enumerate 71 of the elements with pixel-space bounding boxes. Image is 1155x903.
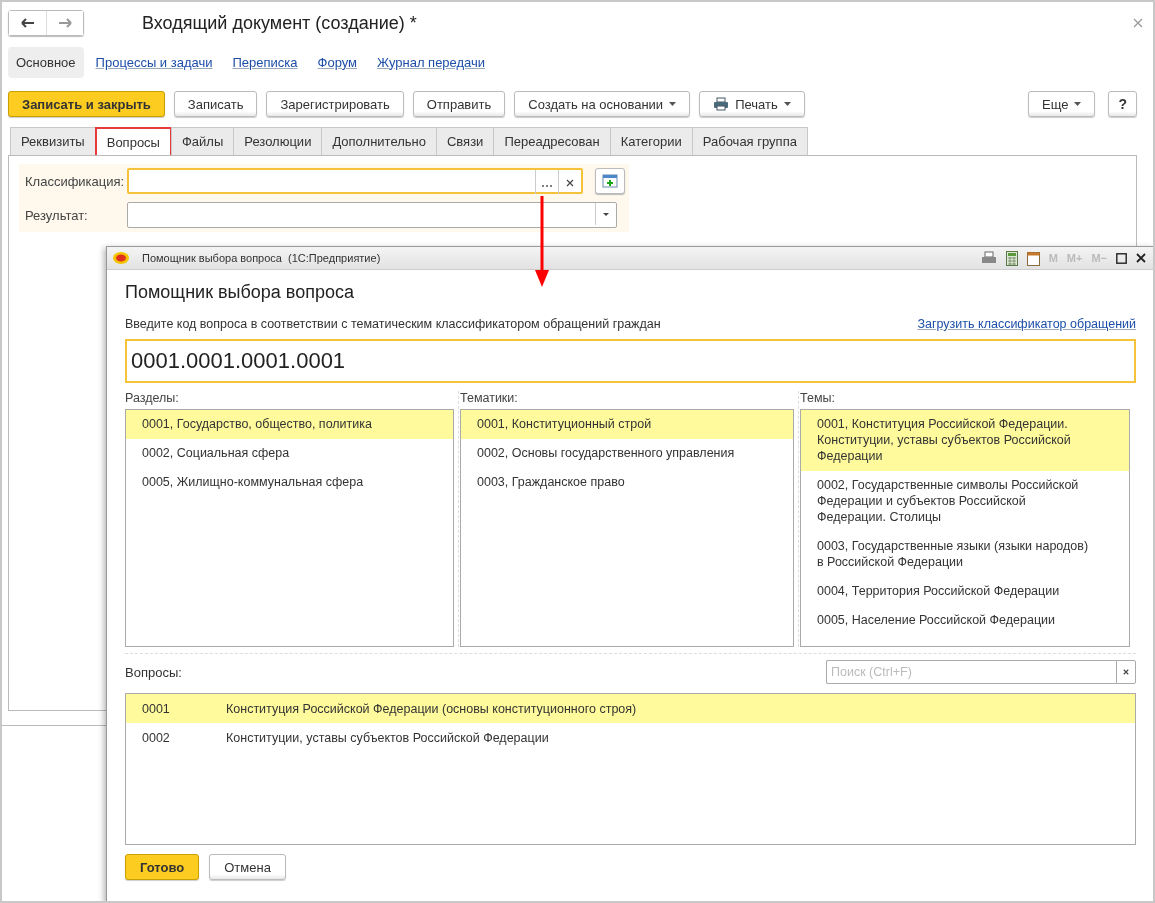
list-item[interactable]: 0005, Население Российской Федерации: [801, 606, 1129, 635]
list-item[interactable]: 0004, Территория Российской Федерации: [801, 577, 1129, 606]
app-logo-icon: [113, 252, 129, 264]
window-title: Входящий документ (создание) *: [142, 12, 417, 34]
nav-link[interactable]: Переписка: [224, 46, 306, 78]
nav-link[interactable]: Основное: [8, 46, 84, 78]
toolbar-button[interactable]: Записать и закрыть: [8, 91, 165, 117]
toolbar-button[interactable]: ?: [1108, 91, 1137, 117]
hint-text: Введите код вопроса в соответствии с тематическим классификатором обращений граждан: [125, 317, 661, 331]
dialog-title: Помощник выбора вопроса (1С:Предприятие): [142, 252, 381, 264]
load-classifier-link[interactable]: Загрузить классификатор обращений: [917, 317, 1136, 331]
dialog-heading: Помощник выбора вопроса: [125, 282, 355, 303]
maximize-icon[interactable]: [1116, 252, 1127, 264]
field-label: Классификация:: [24, 173, 123, 189]
back-arrow-icon: [20, 18, 35, 28]
caret-icon: [1074, 102, 1082, 106]
caret-icon: [783, 102, 791, 106]
table-cell: Конституции, уставы субъектов Российской Федерации: [226, 730, 549, 745]
table-row[interactable]: 0001 Конституция Российской Федерации (основы конституционного строя): [126, 694, 1135, 723]
caret-icon: [669, 102, 677, 106]
table-cell: Конституция Российской Федерации (основы конституционного строя): [226, 701, 637, 716]
column-label: Тематики:: [460, 391, 519, 405]
table-cell-text: 0002: [142, 730, 171, 745]
close-icon[interactable]: [1136, 253, 1146, 263]
column-label: Разделы:: [125, 391, 180, 405]
list-item[interactable]: 0001, Государство, общество, политика: [126, 410, 453, 439]
calculator-icon[interactable]: [1005, 250, 1018, 266]
toolbar-button[interactable]: Создать на основании: [514, 91, 691, 117]
forward-arrow-icon: [58, 18, 72, 28]
toolbar-button[interactable]: Печать: [699, 91, 805, 117]
nav-link[interactable]: Журнал передачи: [369, 46, 494, 78]
toolbar-button[interactable]: Записать: [173, 91, 258, 117]
column-label: Темы:: [800, 391, 836, 405]
back-button[interactable]: [9, 11, 46, 35]
tab[interactable]: Связи: [435, 127, 495, 155]
toolbar-button[interactable]: Еще: [1028, 91, 1096, 117]
list-item[interactable]: 0001, Конституция Российской Федерации. Конституции, уставы субъектов Российской Федерации: [801, 410, 1129, 471]
input-field[interactable]: [127, 202, 617, 228]
nav-link[interactable]: Форум: [309, 46, 366, 78]
dialog-button[interactable]: Отмена: [209, 854, 286, 880]
add-window-icon: [602, 174, 618, 188]
table-cell-text: 0001: [142, 701, 171, 716]
search-field[interactable]: Поиск (Ctrl+F): [826, 660, 1116, 684]
tab[interactable]: Дополнительно: [321, 127, 437, 155]
list-item[interactable]: 0005, Жилищно-коммунальная сфера: [126, 468, 453, 497]
code-input-field[interactable]: 0001.0001.0001.0001: [125, 339, 1136, 383]
list-item[interactable]: 0001, Конституционный строй: [461, 410, 793, 439]
toolbar-button[interactable]: Зарегистрировать: [266, 91, 404, 117]
tab[interactable]: Файлы: [170, 127, 235, 155]
list-item[interactable]: 0002, Социальная сфера: [126, 439, 453, 468]
list-item[interactable]: 0003, Государственные языки (языки народов) в Российской Федерации: [801, 532, 1129, 577]
list-item[interactable]: 0002, Основы государственного управления: [461, 439, 793, 468]
list-item[interactable]: 0002, Государственные символы Российской Федерации и субъектов Российской Федерации. Столицы: [801, 471, 1129, 532]
tab[interactable]: Резолюции: [233, 127, 323, 155]
add-button[interactable]: [595, 168, 625, 194]
tab[interactable]: Реквизиты: [10, 127, 96, 155]
printer-icon: [713, 97, 730, 111]
input-field[interactable]: [127, 168, 583, 194]
questions-label: Вопросы:: [125, 664, 182, 680]
field-label: Результат:: [24, 207, 89, 223]
calendar-icon[interactable]: [1026, 250, 1040, 266]
dialog-button[interactable]: Готово: [125, 854, 200, 880]
tab[interactable]: Переадресован: [493, 127, 611, 155]
table-row[interactable]: 0002 Конституции, уставы субъектов Российской Федерации: [126, 723, 1135, 752]
printer-icon[interactable]: [980, 251, 997, 265]
tab[interactable]: Вопросы: [94, 127, 172, 155]
list-item[interactable]: 0003, Гражданское право: [461, 468, 793, 497]
toolbar-button[interactable]: Отправить: [412, 91, 506, 117]
nav-link[interactable]: Процессы и задачи: [87, 46, 221, 78]
tab[interactable]: Рабочая группа: [691, 127, 808, 155]
tab[interactable]: Категории: [609, 127, 693, 155]
